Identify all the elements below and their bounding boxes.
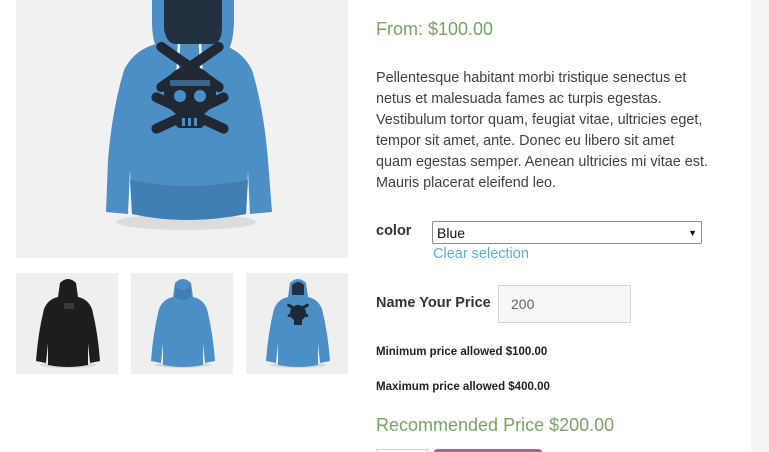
variation-label-color: color: [376, 223, 412, 239]
minimum-price-note: Minimum price allowed $100.00: [376, 346, 548, 358]
color-select[interactable]: Blue ▼: [432, 221, 702, 244]
dropdown-arrow-icon: ▼: [688, 227, 697, 238]
gallery-thumbnail-blue-hoodie-front[interactable]: [246, 273, 348, 374]
name-your-price-label: Name Your Price: [376, 295, 491, 311]
main-product-image[interactable]: [16, 0, 348, 258]
color-select-value: Blue: [437, 224, 466, 241]
gallery-thumbnail-black-hoodie[interactable]: [16, 273, 118, 374]
page-right-gutter: [751, 0, 769, 452]
clear-selection-link[interactable]: Clear selection: [433, 246, 529, 262]
maximum-price-note: Maximum price allowed $400.00: [376, 381, 550, 393]
name-your-price-input[interactable]: 200: [498, 285, 631, 323]
product-short-description: Pellentesque habitant morbi tristique se…: [376, 70, 708, 191]
gallery-thumbnail-blue-hoodie-back[interactable]: [131, 273, 233, 374]
product-price: From: $100.00: [376, 19, 494, 39]
recommended-price: Recommended Price $200.00: [376, 415, 615, 435]
